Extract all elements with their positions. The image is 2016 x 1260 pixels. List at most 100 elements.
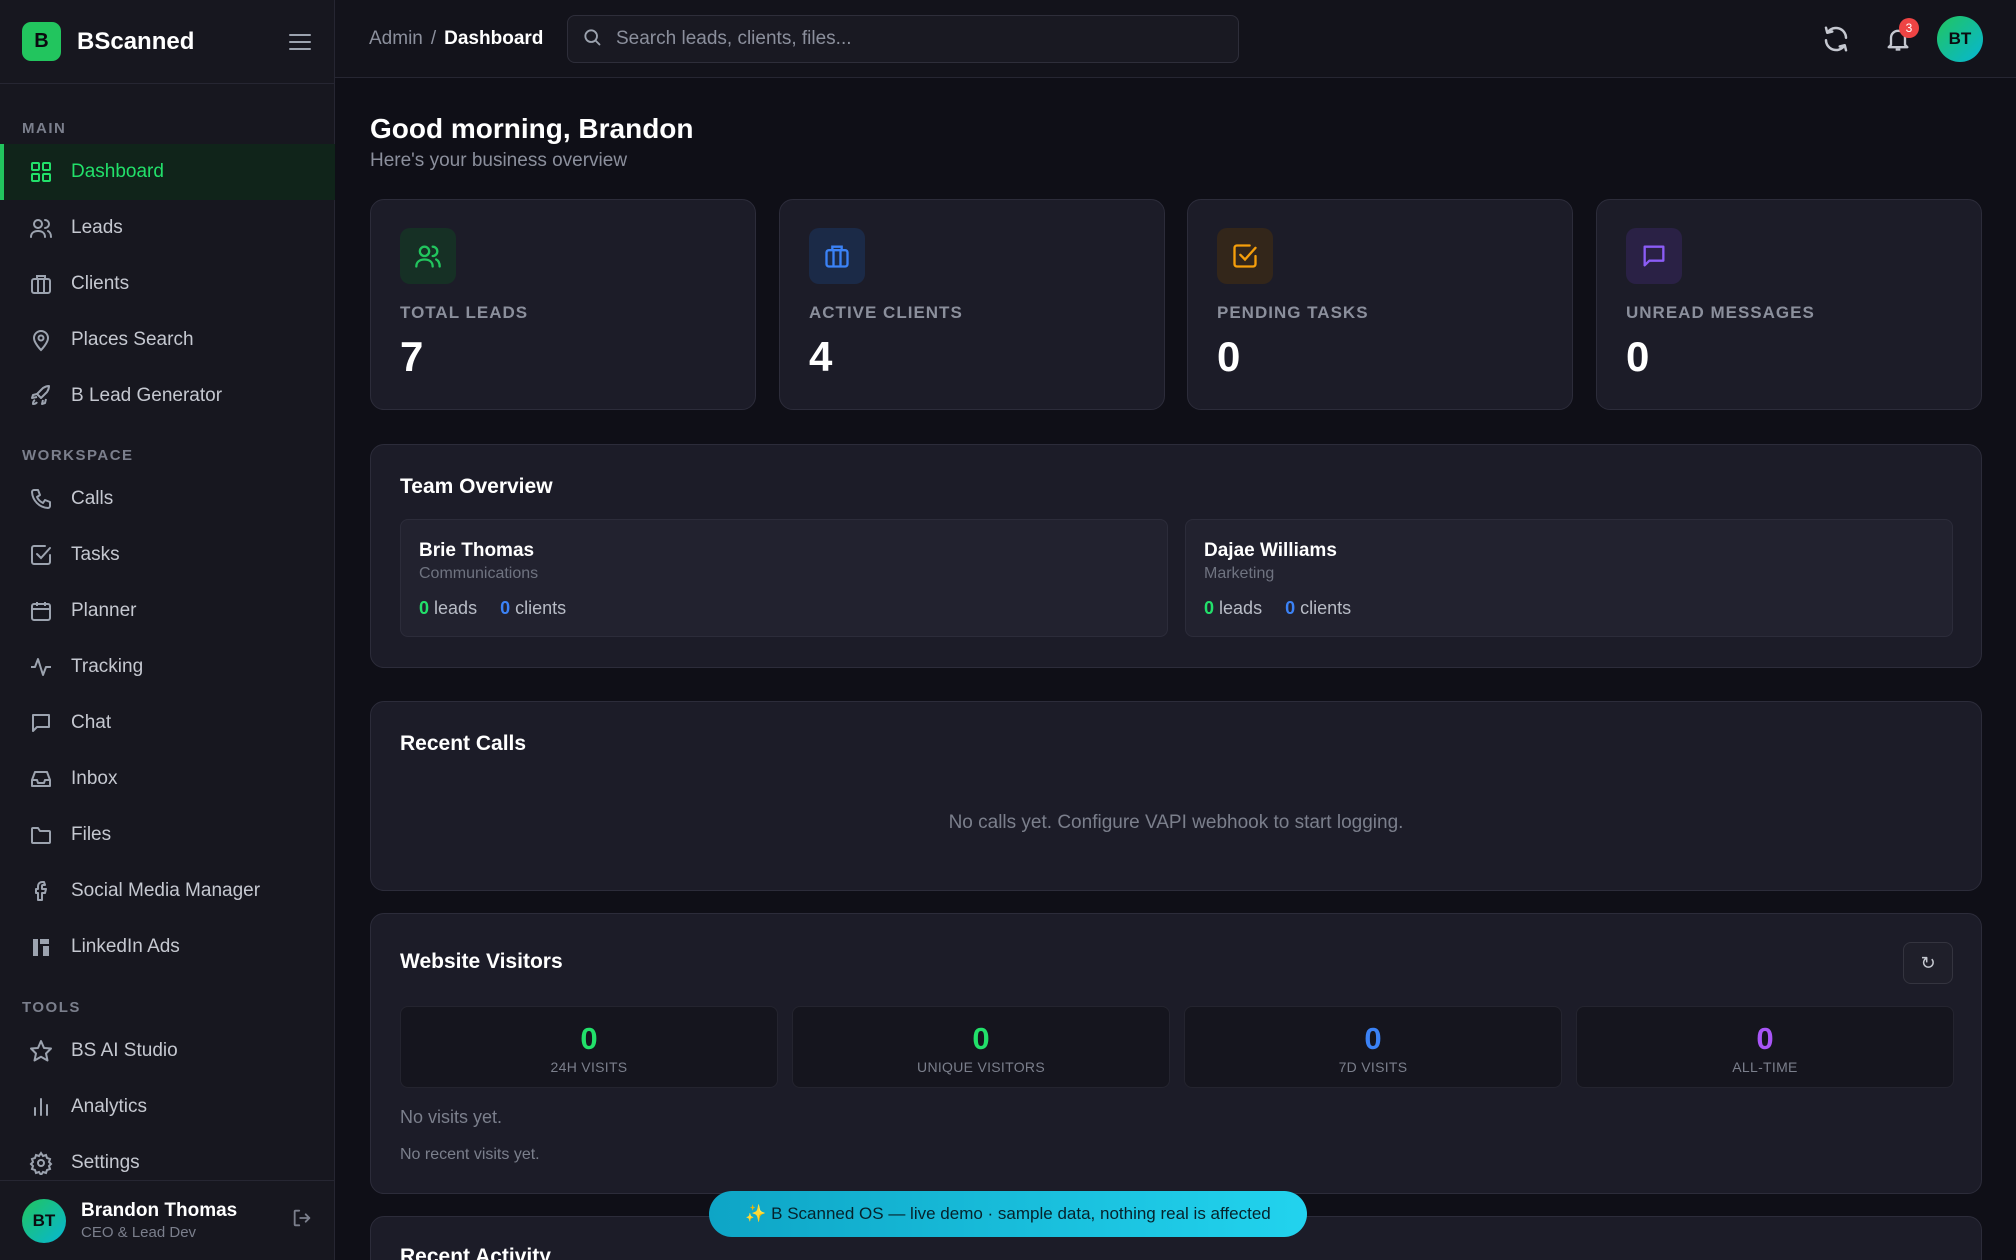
visit-stat-tile: 0 UNIQUE VISITORS bbox=[792, 1006, 1170, 1088]
grid-icon bbox=[28, 159, 54, 185]
sidebar-item-inbox[interactable]: Inbox bbox=[0, 751, 335, 807]
visit-stat-value: 0 bbox=[972, 1021, 990, 1056]
stat-value: 7 bbox=[400, 333, 424, 380]
breadcrumb-current: Dashboard bbox=[444, 28, 544, 49]
member-leads-count: 0 bbox=[1204, 598, 1215, 618]
user-role: CEO & Lead Dev bbox=[81, 1224, 197, 1241]
sidebar-item-label: Clients bbox=[71, 273, 130, 294]
sidebar-item-linkedin-ads[interactable]: LinkedIn Ads bbox=[0, 919, 335, 975]
sidebar-item-label: Social Media Manager bbox=[71, 880, 261, 901]
member-clients-label: clients bbox=[515, 598, 567, 618]
panel-title: Recent Activity bbox=[400, 1245, 551, 1260]
section-label-workspace: WORKSPACE bbox=[22, 447, 134, 464]
recent-calls-panel: Recent Calls No calls yet. Configure VAP… bbox=[370, 701, 1982, 891]
sync-icon[interactable] bbox=[1818, 21, 1854, 57]
sidebar-item-calls[interactable]: Calls bbox=[0, 471, 335, 527]
sidebar-item-label: B Lead Generator bbox=[71, 385, 223, 406]
sidebar-item-label: Tasks bbox=[71, 544, 120, 565]
sidebar-item-chat[interactable]: Chat bbox=[0, 695, 335, 751]
briefcase-icon bbox=[809, 228, 865, 284]
stat-label: PENDING TASKS bbox=[1217, 303, 1369, 322]
sidebar-item-social-media-manager[interactable]: Social Media Manager bbox=[0, 863, 335, 919]
panel-title: Team Overview bbox=[400, 475, 553, 498]
briefcase-icon bbox=[28, 271, 54, 297]
logout-icon[interactable] bbox=[291, 1207, 313, 1234]
member-department: Communications bbox=[419, 565, 539, 582]
stat-card-unread-messages[interactable]: UNREAD MESSAGES 0 bbox=[1596, 199, 1982, 410]
team-member-card[interactable]: Dajae Williams Marketing 0 leads 0 clien… bbox=[1185, 519, 1953, 637]
sidebar-user: BT Brandon Thomas CEO & Lead Dev bbox=[0, 1180, 335, 1260]
inbox-icon bbox=[28, 766, 54, 792]
visit-stat-value: 0 bbox=[1364, 1021, 1382, 1056]
sidebar-item-label: Dashboard bbox=[71, 161, 164, 182]
sidebar-item-files[interactable]: Files bbox=[0, 807, 335, 863]
member-clients-label: clients bbox=[1300, 598, 1352, 618]
sidebar-item-label: Calls bbox=[71, 488, 114, 509]
member-stats: 0 leads 0 clients bbox=[419, 598, 566, 619]
bar-chart-icon bbox=[28, 1094, 54, 1120]
member-clients-count: 0 bbox=[500, 598, 511, 618]
visit-stat-value: 0 bbox=[1756, 1021, 1774, 1056]
visit-stat-tile: 0 ALL-TIME bbox=[1576, 1006, 1954, 1088]
visit-stat-label: 24H VISITS bbox=[550, 1059, 628, 1075]
sidebar-item-label: Analytics bbox=[71, 1096, 148, 1117]
calendar-icon bbox=[28, 598, 54, 624]
gear-icon bbox=[28, 1150, 54, 1176]
sidebar-item-analytics[interactable]: Analytics bbox=[0, 1079, 335, 1135]
sidebar-item-tracking[interactable]: Tracking bbox=[0, 639, 335, 695]
brand-logo[interactable]: B bbox=[22, 22, 61, 61]
stat-card-total-leads[interactable]: TOTAL LEADS 7 bbox=[370, 199, 756, 410]
search-input[interactable] bbox=[616, 28, 1216, 50]
message-icon bbox=[28, 710, 54, 736]
check-square-icon bbox=[28, 542, 54, 568]
sidebar-item-dashboard[interactable]: Dashboard bbox=[0, 144, 335, 200]
visit-stat-label: ALL-TIME bbox=[1732, 1059, 1798, 1075]
website-visitors-panel: Website Visitors ↻ 0 24H VISITS 0 UNIQUE… bbox=[370, 913, 1982, 1194]
sidebar-item-label: Places Search bbox=[71, 329, 194, 350]
panel-title: Website Visitors bbox=[400, 950, 563, 973]
refresh-button[interactable]: ↻ bbox=[1903, 942, 1953, 984]
stat-label: TOTAL LEADS bbox=[400, 303, 529, 322]
breadcrumb-root[interactable]: Admin bbox=[369, 28, 423, 49]
avatar[interactable]: BT bbox=[22, 1198, 66, 1243]
member-leads-label: leads bbox=[1219, 598, 1263, 618]
visit-stat-tile: 0 7D VISITS bbox=[1184, 1006, 1562, 1088]
sidebar-item-tasks[interactable]: Tasks bbox=[0, 527, 335, 583]
sidebar: B BScanned MAIN Dashboard Leads Clients … bbox=[0, 0, 335, 1260]
sidebar-item-clients[interactable]: Clients bbox=[0, 256, 335, 312]
sidebar-item-places-search[interactable]: Places Search bbox=[0, 312, 335, 368]
sidebar-item-label: LinkedIn Ads bbox=[71, 936, 180, 957]
panel-title: Recent Calls bbox=[400, 732, 527, 755]
sidebar-item-planner[interactable]: Planner bbox=[0, 583, 335, 639]
no-visits-text: No visits yet. bbox=[400, 1107, 503, 1127]
stat-value: 0 bbox=[1217, 333, 1241, 380]
menu-toggle-icon[interactable] bbox=[288, 30, 312, 54]
breadcrumb: Admin / Dashboard bbox=[369, 28, 543, 50]
no-recent-visits-text: No recent visits yet. bbox=[400, 1146, 540, 1163]
stat-value: 0 bbox=[1626, 333, 1650, 380]
stat-card-active-clients[interactable]: ACTIVE CLIENTS 4 bbox=[779, 199, 1165, 410]
stat-card-pending-tasks[interactable]: PENDING TASKS 0 bbox=[1187, 199, 1573, 410]
breadcrumb-separator: / bbox=[430, 28, 437, 49]
team-member-card[interactable]: Brie Thomas Communications 0 leads 0 cli… bbox=[400, 519, 1168, 637]
activity-icon bbox=[28, 654, 54, 680]
users-icon bbox=[400, 228, 456, 284]
user-name: Brandon Thomas bbox=[81, 1200, 238, 1221]
search-box[interactable] bbox=[567, 15, 1239, 63]
sidebar-item-bs-ai-studio[interactable]: BS AI Studio bbox=[0, 1023, 335, 1079]
sidebar-item-label: Settings bbox=[71, 1152, 140, 1173]
avatar[interactable]: BT bbox=[1937, 16, 1983, 62]
sidebar-item-label: Files bbox=[71, 824, 112, 845]
sidebar-item-leads[interactable]: Leads bbox=[0, 200, 335, 256]
sidebar-item-b-lead-generator[interactable]: B Lead Generator bbox=[0, 368, 335, 424]
demo-banner: ✨ B Scanned OS — live demo · sample data… bbox=[709, 1191, 1307, 1237]
member-name: Brie Thomas bbox=[419, 540, 535, 561]
bell-icon[interactable]: 3 bbox=[1880, 18, 1919, 57]
section-label-main: MAIN bbox=[22, 120, 67, 137]
brand-name[interactable]: BScanned bbox=[77, 28, 194, 56]
page-subtitle: Here's your business overview bbox=[370, 150, 628, 171]
section-label-tools: TOOLS bbox=[22, 999, 81, 1016]
visit-stat-label: 7D VISITS bbox=[1338, 1059, 1408, 1075]
member-department: Marketing bbox=[1204, 565, 1275, 582]
map-pin-icon bbox=[28, 327, 54, 353]
